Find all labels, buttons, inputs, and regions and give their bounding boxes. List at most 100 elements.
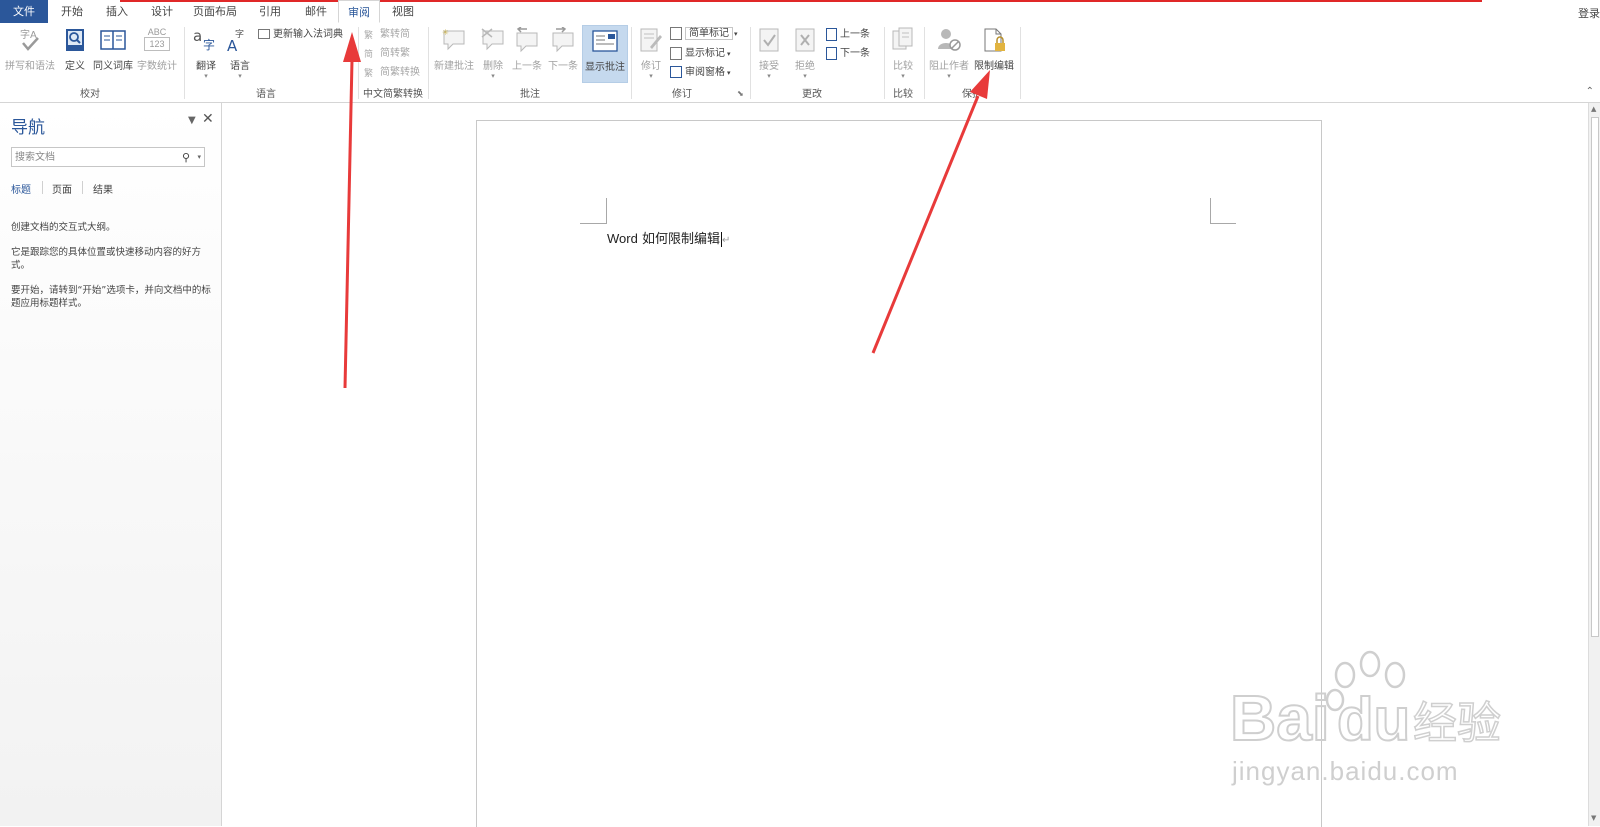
translate-button[interactable]: a字 翻译 ▾ (190, 27, 222, 80)
accept-button[interactable]: 接受 ▾ (754, 27, 784, 80)
accept-icon (756, 27, 782, 53)
document-body-text[interactable]: Word 如何限制编辑 ↵ (607, 228, 730, 247)
language-button[interactable]: 字A 语言 ▾ (224, 27, 256, 80)
group-label-changes: 更改 (802, 89, 822, 100)
next-comment-button[interactable]: 下一条 (546, 26, 580, 72)
show-comments-button[interactable]: 显示批注 (582, 25, 628, 83)
word-count-button[interactable]: ABC 123 字数统计 (136, 27, 178, 72)
dictionary-update-icon (258, 29, 270, 39)
document-text-chinese: 如何限制编辑 (641, 232, 720, 247)
collapse-ribbon-button[interactable]: ⌃ (1586, 86, 1594, 97)
thesaurus-book-icon (100, 27, 126, 53)
reject-button[interactable]: 拒绝 ▾ (790, 27, 820, 80)
reviewing-pane-button[interactable]: 审阅窗格 ▾ (670, 64, 731, 81)
svg-text:字: 字 (203, 37, 215, 52)
language-dropdown-arrow[interactable]: ▾ (224, 72, 256, 80)
previous-comment-button[interactable]: 上一条 (510, 26, 544, 72)
scroll-up-arrow-icon[interactable]: ▲ (1591, 105, 1596, 113)
nav-tab-results[interactable]: 结果 (93, 181, 113, 196)
thesaurus-button[interactable]: 同义词库 (92, 27, 134, 72)
nav-search-input[interactable] (12, 148, 178, 166)
new-comment-icon: ✳ (441, 27, 467, 53)
restrict-editing-button[interactable]: 限制编辑 (972, 27, 1016, 72)
ribbon-review: 字A 拼写和语法 定义 同义词库 ABC 123 字数统计 校对 a字 翻译 ▾… (0, 23, 1600, 103)
tab-view[interactable]: 视图 (385, 0, 421, 23)
compare-dropdown-arrow[interactable]: ▾ (888, 72, 918, 80)
tab-references[interactable]: 引用 (252, 0, 288, 23)
group-label-compare: 比较 (893, 89, 913, 100)
spelling-grammar-button[interactable]: 字A 拼写和语法 (4, 27, 56, 72)
nav-tab-pages[interactable]: 页面 (52, 181, 72, 196)
group-separator (428, 27, 429, 99)
to-traditional-icon: 简 (364, 49, 374, 60)
accept-dropdown-arrow[interactable]: ▾ (754, 72, 784, 80)
simple-markup-dropdown[interactable]: 简单标记 ▾ (670, 25, 738, 42)
track-changes-button[interactable]: 修订 ▾ (636, 27, 666, 80)
document-page[interactable] (476, 120, 1322, 827)
define-button[interactable]: 定义 (60, 27, 90, 72)
navigation-pane: 导航 ▼ ✕ ⚲ ▾ 标题 页面 结果 创建文档的交互式大纲。 它是跟踪您的具体… (0, 103, 222, 826)
reject-dropdown-arrow[interactable]: ▾ (790, 72, 820, 80)
group-separator (631, 27, 632, 99)
margin-corner-top-right (1210, 198, 1236, 224)
scrollbar-thumb[interactable] (1591, 117, 1599, 637)
previous-change-button[interactable]: 上一条 (826, 26, 870, 43)
tab-page-layout[interactable]: 页面布局 (190, 0, 240, 23)
svg-text:经验: 经验 (1413, 698, 1501, 749)
nav-hint-text-1: 创建文档的交互式大纲。 (11, 222, 116, 233)
login-link[interactable]: 登录 (1578, 5, 1600, 21)
delete-comment-button[interactable]: 删除 ▾ (478, 27, 508, 80)
simplified-traditional-convert-button[interactable]: 繁简繁转换 (364, 64, 420, 81)
nav-close-icon[interactable]: ✕ (202, 111, 214, 127)
tab-file[interactable]: 文件 (0, 0, 48, 23)
tab-insert[interactable]: 插入 (99, 0, 135, 23)
tab-mailings[interactable]: 邮件 (298, 0, 334, 23)
ribbon-tab-bar: 文件 开始 插入 设计 页面布局 引用 邮件 审阅 视图 登录 (0, 0, 1600, 24)
group-separator (184, 27, 185, 99)
next-change-button[interactable]: 下一条 (826, 45, 870, 62)
show-comments-icon (592, 28, 618, 54)
margin-corner-top-left (580, 198, 607, 224)
to-simplified-button[interactable]: 繁繁转简 (364, 26, 410, 43)
show-markup-button[interactable]: 显示标记 ▾ (670, 45, 731, 62)
nav-pane-title: 导航 (11, 118, 45, 138)
nav-tab-separator (82, 181, 83, 194)
group-separator (750, 27, 751, 99)
update-ime-dictionary-button[interactable]: 更新输入法词典 (258, 26, 343, 43)
word-count-icon: ABC 123 (144, 27, 170, 53)
tab-review[interactable]: 审阅 (338, 0, 380, 23)
to-simplified-icon: 繁 (364, 30, 374, 41)
new-comment-button[interactable]: ✳ 新建批注 (432, 27, 476, 72)
tab-design[interactable]: 设计 (144, 0, 180, 23)
group-label-comments: 批注 (520, 89, 540, 100)
nav-options-dropdown-icon[interactable]: ▼ (188, 115, 196, 126)
vertical-scrollbar[interactable]: ▲ ▼ (1588, 103, 1600, 826)
group-label-chinese-conversion: 中文简繁转换 (363, 89, 423, 100)
tracking-options-launcher[interactable]: ⬊ (737, 89, 744, 98)
language-icon: 字A (227, 27, 253, 55)
group-separator (924, 27, 925, 99)
translate-dropdown-arrow[interactable]: ▾ (190, 72, 222, 80)
track-changes-dropdown-arrow[interactable]: ▾ (636, 72, 666, 80)
define-book-icon (62, 27, 88, 53)
markup-icon (670, 26, 682, 40)
scroll-down-arrow-icon[interactable]: ▼ (1591, 814, 1596, 822)
search-icon[interactable]: ⚲ (182, 151, 190, 164)
block-authors-button[interactable]: 阻止作者 ▾ (928, 27, 970, 80)
group-label-protect: 保护 (962, 89, 982, 100)
compare-icon (890, 27, 916, 53)
search-options-dropdown-icon[interactable]: ▾ (197, 153, 201, 161)
to-traditional-button[interactable]: 简简转繁 (364, 45, 410, 62)
convert-icon: 繁 (364, 68, 374, 79)
block-authors-icon (936, 27, 962, 53)
spelling-check-icon: 字A (17, 27, 43, 53)
baidu-watermark-url: jingyan.baidu.com (1232, 756, 1459, 786)
svg-text:du: du (1337, 686, 1410, 753)
tab-home[interactable]: 开始 (54, 0, 90, 23)
nav-tab-headings[interactable]: 标题 (11, 181, 31, 196)
group-separator (358, 27, 359, 99)
delete-dropdown-arrow[interactable]: ▾ (478, 72, 508, 80)
compare-button[interactable]: 比较 ▾ (888, 27, 918, 80)
block-authors-dropdown-arrow[interactable]: ▾ (928, 72, 970, 80)
group-label-language: 语言 (256, 89, 276, 100)
